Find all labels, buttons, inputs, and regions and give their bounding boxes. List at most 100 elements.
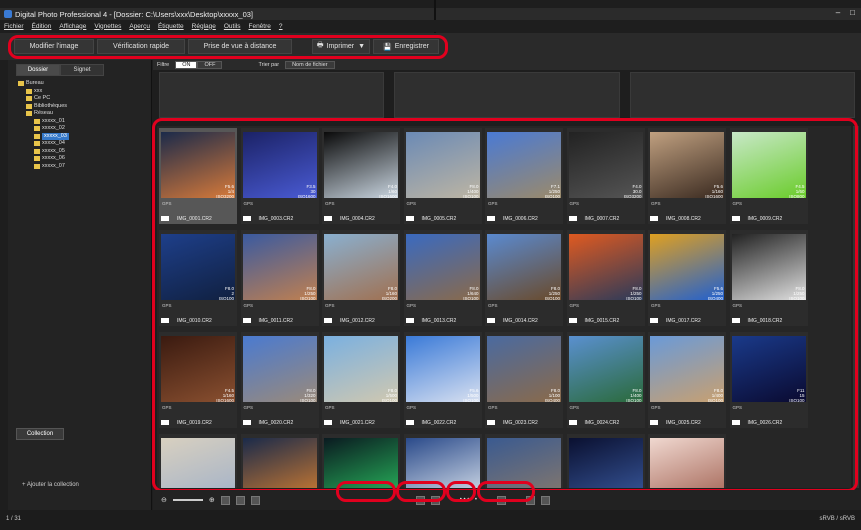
thumbnail-cell[interactable]: F8.0 1/250 ISO100 GPS IMG_0015.CR2 [566, 230, 645, 326]
thumbnail-cell[interactable]: F4.5 1/60 ISO800 GPS IMG_0009.CR2 [729, 128, 808, 224]
tree-item[interactable]: xxxxx_07 [18, 163, 151, 171]
menu-item-9[interactable]: ? [279, 23, 283, 30]
menu-item-5[interactable]: Étiquette [158, 23, 184, 30]
thumbnail-cell[interactable]: F5.6 1/4 ISO3200 GPS IMG_0001.CR2 [159, 128, 237, 224]
thumbnail-cell[interactable]: F8.0 1/250 ISO100 GPS IMG_0014.CR2 [485, 230, 563, 326]
quick-check-button[interactable]: Vérification rapide [97, 39, 185, 54]
sort-select[interactable]: Nom de fichier [285, 61, 335, 69]
zoom-in-icon[interactable]: ⊕ [209, 496, 215, 504]
thumbnail-cell[interactable]: F8.0 1/250 ISO100 GPS IMG_0018.CR2 [729, 230, 808, 326]
nav-first-icon[interactable] [525, 495, 535, 505]
tab-bookmark[interactable]: Signet [60, 64, 104, 76]
menu-item-7[interactable]: Outils [224, 23, 241, 30]
filter-off-button[interactable]: OFF [197, 61, 223, 69]
filter-on-button[interactable]: ON [175, 61, 198, 69]
menu-item-8[interactable]: Fenêtre [248, 23, 270, 30]
tree-item[interactable]: xxxxx_03 [18, 132, 151, 140]
thumbnail-cell[interactable]: F3.5 30 ISO1600 GPS IMG_0003.CR2 [240, 128, 319, 224]
thumbnail-cell[interactable]: F5.6 1/500 ISO100 GPS IMG_0022.CR2 [403, 332, 482, 428]
thumbnail-cell[interactable]: F8.0GPSIMG_0033.CR2 [648, 434, 726, 488]
thumbnail-cell[interactable]: F4.0 30.0 ISO3200 GPS IMG_0007.CR2 [566, 128, 645, 224]
zoom-out-icon[interactable]: ⊖ [161, 496, 167, 504]
thumbnail-image[interactable] [650, 438, 724, 488]
tree-item[interactable]: xxxxx_02 [18, 125, 151, 133]
thumbnail-cell[interactable]: IMG_0027.CR2 [159, 434, 237, 488]
tree-item[interactable]: xxxxx_04 [18, 140, 151, 148]
thumbnail-cell[interactable]: F8.0 2 ISO100 GPS IMG_0010.CR2 [159, 230, 237, 326]
rotate-left-icon[interactable] [415, 495, 425, 505]
zoom-slider[interactable] [172, 499, 203, 501]
thumbnail-cell[interactable]: F7.1 1/250 ISO100 GPS IMG_0006.CR2 [485, 128, 563, 224]
rating-icons[interactable]: • • • • • [460, 497, 477, 503]
gps-label: GPS [162, 303, 172, 308]
tree-item[interactable]: Réseau [18, 110, 151, 118]
menu-item-6[interactable]: Réglage [192, 23, 216, 30]
edit-image-button[interactable]: Modifier l'image [14, 39, 94, 54]
thumbnail-cell[interactable]: F8.0 1/500 ISO100 GPS IMG_0021.CR2 [322, 332, 400, 428]
thumbnail-cell[interactable]: F8.0 1/320 ISO100 GPS IMG_0020.CR2 [240, 332, 319, 428]
add-collection-button[interactable]: + Ajouter la collection [22, 482, 79, 488]
thumbnail-image[interactable] [487, 438, 561, 488]
menu-bar: Fichier Édition Affichage Vignettes Aperçu Ét… [0, 20, 861, 32]
thumbnail-cell[interactable]: F8.0 1/160 ISO200 GPS IMG_0012.CR2 [322, 230, 400, 326]
thumbnail-image[interactable] [405, 438, 480, 488]
thumbnail-cell[interactable]: F8.0 1/250 ISO100 GPS IMG_0011.CR2 [240, 230, 319, 326]
thumbnail-cell[interactable]: F4.0 1/60 ISO1600 GPS IMG_0004.CR2 [322, 128, 400, 224]
thumbnail-cell[interactable]: F8.0 1/400 ISO100 GPS IMG_0025.CR2 [648, 332, 726, 428]
thumbnail-cell[interactable]: F4.5 1/160 ISO1600 GPS IMG_0019.CR2 [159, 332, 237, 428]
thumbnail-cell[interactable]: IMG_0031.CR2 [485, 434, 563, 488]
tab-collection[interactable]: Collection [16, 428, 64, 440]
gps-label: GPS [569, 201, 580, 206]
maximize-button[interactable]: □ [850, 8, 855, 17]
tree-item[interactable]: xxxxx_06 [18, 155, 151, 163]
compare-icon[interactable] [496, 495, 506, 505]
thumbnail-image[interactable] [568, 438, 643, 488]
tree-item[interactable]: xxx [18, 88, 151, 96]
thumbnail-image[interactable] [161, 438, 235, 488]
menu-item-0[interactable]: Fichier [4, 23, 24, 30]
thumbnail-image[interactable] [324, 438, 398, 488]
view-medium-icon[interactable] [235, 495, 245, 505]
thumbnail-cell[interactable]: IMG_0030.CR2 [403, 434, 482, 488]
tree-item[interactable]: xxxxx_05 [18, 148, 151, 156]
thumbnail-cell[interactable]: F8.0 1/400 ISO100 GPS IMG_0024.CR2 [566, 332, 645, 428]
filter-panels [153, 72, 861, 118]
thumbnail-caption: IMG_0022.CR2 [405, 419, 480, 426]
grid-scrollbar[interactable] [853, 126, 859, 488]
exif-info: F8.0 2 ISO100 [218, 286, 234, 301]
menu-item-2[interactable]: Affichage [59, 23, 86, 30]
filter-panel-3[interactable] [629, 72, 855, 118]
file-name: IMG_0004.CR2 [340, 215, 375, 222]
save-button[interactable]: 💾 Enregistrer [373, 39, 439, 54]
chevron-down-icon[interactable]: ▼ [358, 43, 365, 50]
tree-item[interactable]: Bibliothèques [18, 103, 151, 111]
print-button[interactable]: 🖶 Imprimer ▼ [312, 39, 370, 54]
thumbnail-cell[interactable]: F111/4GPSIMG_0032.CR2 [566, 434, 645, 488]
menu-item-4[interactable]: Aperçu [129, 23, 150, 30]
thumbnail-cell[interactable]: F8.0 1/400 ISO100 GPS IMG_0005.CR2 [403, 128, 482, 224]
thumbnail-cell[interactable]: IMG_0029.CR2 [322, 434, 400, 488]
tree-item[interactable]: Bureau [18, 80, 151, 88]
tab-folder[interactable]: Dossier [16, 64, 60, 76]
filter-panel-2[interactable] [394, 72, 620, 118]
exif-info: F8.0 1/400 ISO100 [463, 184, 479, 199]
remote-shooting-button[interactable]: Prise de vue à distance [188, 39, 292, 54]
filter-panel-1[interactable] [159, 72, 385, 118]
thumbnail-cell[interactable]: F8.0 1/100 ISO400 GPS IMG_0023.CR2 [485, 332, 563, 428]
thumbnail-cell[interactable]: F8.0 1/640 ISO100 GPS IMG_0013.CR2 [403, 230, 482, 326]
thumbnail-cell[interactable]: F5.6 1/250 ISO400 GPS IMG_0017.CR2 [648, 230, 726, 326]
rotate-right-icon[interactable] [430, 495, 440, 505]
bottom-toolbar: ⊖ ⊕ • • • • • [153, 490, 861, 510]
view-large-icon[interactable] [220, 495, 230, 505]
thumbnail-cell[interactable]: F5.6 1/160 ISO1600 GPS IMG_0008.CR2 [648, 128, 726, 224]
menu-item-1[interactable]: Édition [32, 23, 52, 30]
menu-item-3[interactable]: Vignettes [94, 23, 121, 30]
minimize-button[interactable]: – [836, 8, 840, 17]
thumbnail-cell[interactable]: F11 15 ISO100 GPS IMG_0026.CR2 [729, 332, 808, 428]
tree-item[interactable]: Ce PC [18, 95, 151, 103]
view-list-icon[interactable] [250, 495, 260, 505]
thumbnail-cell[interactable]: IMG_0028.CR2 [240, 434, 319, 488]
nav-next-icon[interactable] [540, 495, 550, 505]
tree-item[interactable]: xxxxx_01 [18, 118, 151, 126]
thumbnail-image[interactable] [242, 438, 317, 488]
